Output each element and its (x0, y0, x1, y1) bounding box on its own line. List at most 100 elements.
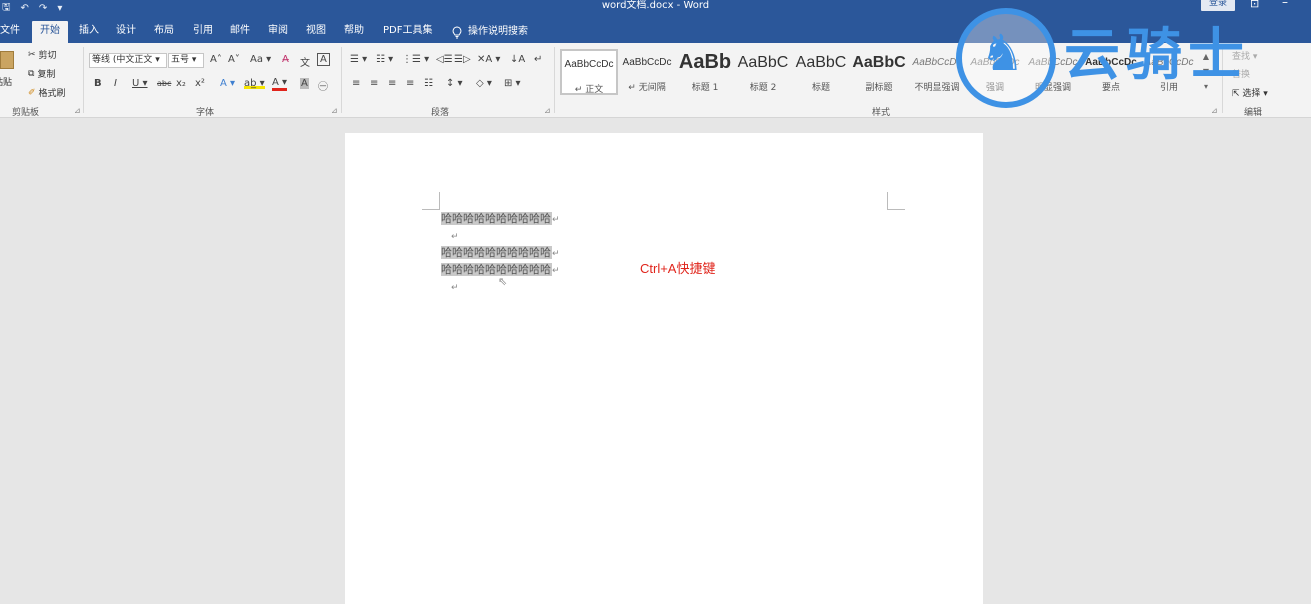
selected-text: 哈哈哈哈哈哈哈哈哈哈 (441, 246, 552, 259)
style-name: ↵ 无间隔 (628, 83, 666, 93)
shading-button[interactable]: ◇ ▾ (476, 78, 492, 89)
lightbulb-icon (452, 25, 462, 38)
style-tile[interactable]: AaBbC 副标题 (850, 49, 908, 95)
tab-help[interactable]: 帮助 (344, 21, 364, 43)
decrease-indent-button[interactable]: ◁☰ (436, 54, 453, 65)
phonetic-guide-icon[interactable]: 文 (300, 54, 310, 69)
grow-font-icon[interactable]: A˄ (210, 54, 222, 65)
tab-layout[interactable]: 布局 (154, 21, 174, 43)
copy-icon: ⧉ (28, 68, 35, 79)
tab-pdf-tools[interactable]: PDF工具集 (383, 21, 432, 43)
subscript-button[interactable]: x₂ (176, 78, 186, 89)
show-marks-button[interactable]: ↵ (534, 54, 542, 65)
paragraph-mark-icon: ↵ (552, 249, 560, 259)
font-launcher-icon[interactable]: ⊿ (331, 106, 338, 115)
style-sample: AaBbC (737, 54, 789, 71)
paragraph-line[interactable]: 哈哈哈哈哈哈哈哈哈哈↵ (441, 210, 560, 227)
style-name: 副标题 (865, 83, 893, 93)
italic-button[interactable]: I (114, 78, 117, 89)
cut-button[interactable]: ✂ 剪切 (28, 48, 57, 62)
enclose-characters-button[interactable]: ㊀ (318, 78, 328, 93)
clipboard-launcher-icon[interactable]: ⊿ (74, 106, 81, 115)
style-name: ↵ 正文 (574, 85, 604, 95)
style-tile[interactable]: AaBbC 标题 2 (734, 49, 792, 95)
font-size-select[interactable]: 五号 ▾ (168, 53, 204, 68)
paragraph-launcher-icon[interactable]: ⊿ (544, 106, 551, 115)
justify-button[interactable]: ≡ (406, 78, 414, 89)
tab-view[interactable]: 视图 (306, 21, 326, 43)
cut-label: 剪切 (38, 51, 57, 61)
format-painter-label: 格式刷 (38, 89, 66, 99)
borders-button[interactable]: ⊞ ▾ (504, 78, 521, 89)
align-center-button[interactable]: ≡ (370, 78, 378, 89)
paragraph-line[interactable]: 哈哈哈哈哈哈哈哈哈哈↵ (441, 244, 560, 261)
tell-me-search[interactable]: 操作说明搜索 (452, 21, 528, 43)
text-effects-button[interactable]: A ▾ (220, 78, 235, 89)
watermark-text: 云骑士 (1064, 23, 1250, 88)
style-name: 标题 1 (691, 83, 719, 93)
bold-button[interactable]: B (94, 78, 102, 89)
group-divider (554, 47, 555, 113)
tab-mailings[interactable]: 邮件 (230, 21, 250, 43)
style-tile[interactable]: AaBbCcDc ↵ 正文 (560, 49, 618, 95)
paragraph-line[interactable]: ↵ (441, 227, 560, 244)
copy-button[interactable]: ⧉ 复制 (28, 67, 55, 81)
increase-indent-button[interactable]: ☰▷ (454, 54, 471, 65)
paragraph-mark-icon: ↵ (552, 215, 560, 225)
tab-references[interactable]: 引用 (193, 21, 213, 43)
format-painter-button[interactable]: ✐ 格式刷 (28, 86, 66, 100)
document-page[interactable]: 哈哈哈哈哈哈哈哈哈哈↵ ↵ 哈哈哈哈哈哈哈哈哈哈↵ 哈哈哈哈哈哈哈哈哈哈↵ ↵ … (345, 133, 983, 604)
tab-review[interactable]: 审阅 (268, 21, 288, 43)
style-sample: AaBbC (852, 54, 906, 71)
tab-file[interactable]: 文件 (0, 21, 20, 43)
yunqishi-watermark: ♞ 云骑士 (950, 0, 1311, 112)
tab-home[interactable]: 开始 (32, 21, 68, 43)
line-spacing-button[interactable]: ↕ ▾ (446, 78, 463, 89)
font-size-value: 五号 (171, 55, 190, 65)
strikethrough-button[interactable]: abc (157, 79, 171, 88)
font-family-select[interactable]: 等线 (中文正文 ▾ (89, 53, 167, 68)
underline-button[interactable]: U ▾ (132, 78, 148, 89)
chinese-layout-button[interactable]: ✕A ▾ (477, 54, 500, 65)
paste-button[interactable]: 粘贴 (0, 49, 18, 93)
group-divider (83, 47, 84, 113)
style-sample: AaBbC (795, 54, 847, 71)
group-divider (341, 47, 342, 113)
tab-insert[interactable]: 插入 (79, 21, 99, 43)
character-border-icon[interactable]: A (317, 53, 330, 66)
align-left-button[interactable]: ≡ (352, 78, 360, 89)
distributed-button[interactable]: ☷ (424, 78, 433, 89)
font-group-label: 字体 (196, 108, 215, 118)
superscript-button[interactable]: x² (195, 78, 205, 89)
shrink-font-icon[interactable]: A˅ (228, 54, 240, 65)
paragraph-mark-icon: ↵ (451, 232, 459, 242)
style-tile[interactable]: AaBbC 标题 (792, 49, 850, 95)
mouse-pointer-icon: ⇖ (498, 275, 508, 288)
multilevel-list-button[interactable]: ⋮☰ ▾ (402, 54, 429, 65)
font-color-button[interactable]: A ▾ (272, 78, 288, 91)
paragraph-mark-icon: ↵ (451, 283, 459, 293)
styles-group-label: 样式 (872, 108, 891, 118)
paragraph-group-label: 段落 (431, 108, 450, 118)
style-tile[interactable]: AaBbCcDc ↵ 无间隔 (618, 49, 676, 95)
brush-icon: ✐ (28, 87, 36, 98)
style-sample: AaBbCcDc (564, 59, 614, 70)
font-family-value: 等线 (中文正文 (92, 55, 153, 65)
change-case-icon[interactable]: Aa ▾ (250, 54, 271, 65)
clear-formatting-icon[interactable]: A̶ (282, 54, 289, 65)
scissors-icon: ✂ (28, 49, 36, 60)
clipboard-icon (0, 51, 14, 69)
tell-me-label: 操作说明搜索 (468, 26, 528, 37)
paste-label: 粘贴 (0, 78, 13, 88)
margin-corner-top-left (422, 192, 440, 210)
bullets-button[interactable]: ☰ ▾ (350, 54, 367, 65)
document-canvas[interactable]: 哈哈哈哈哈哈哈哈哈哈↵ ↵ 哈哈哈哈哈哈哈哈哈哈↵ 哈哈哈哈哈哈哈哈哈哈↵ ↵ … (0, 118, 1311, 604)
sort-button[interactable]: ↓A (510, 54, 525, 65)
numbering-button[interactable]: ☷ ▾ (376, 54, 393, 65)
tab-design[interactable]: 设计 (116, 21, 136, 43)
align-right-button[interactable]: ≡ (388, 78, 396, 89)
character-shading-button[interactable]: A (300, 78, 309, 89)
style-tile[interactable]: AaBb 标题 1 (676, 49, 734, 95)
highlight-color-button[interactable]: ab̲ ▾ (244, 78, 265, 89)
style-sample: AaBb (678, 51, 732, 73)
